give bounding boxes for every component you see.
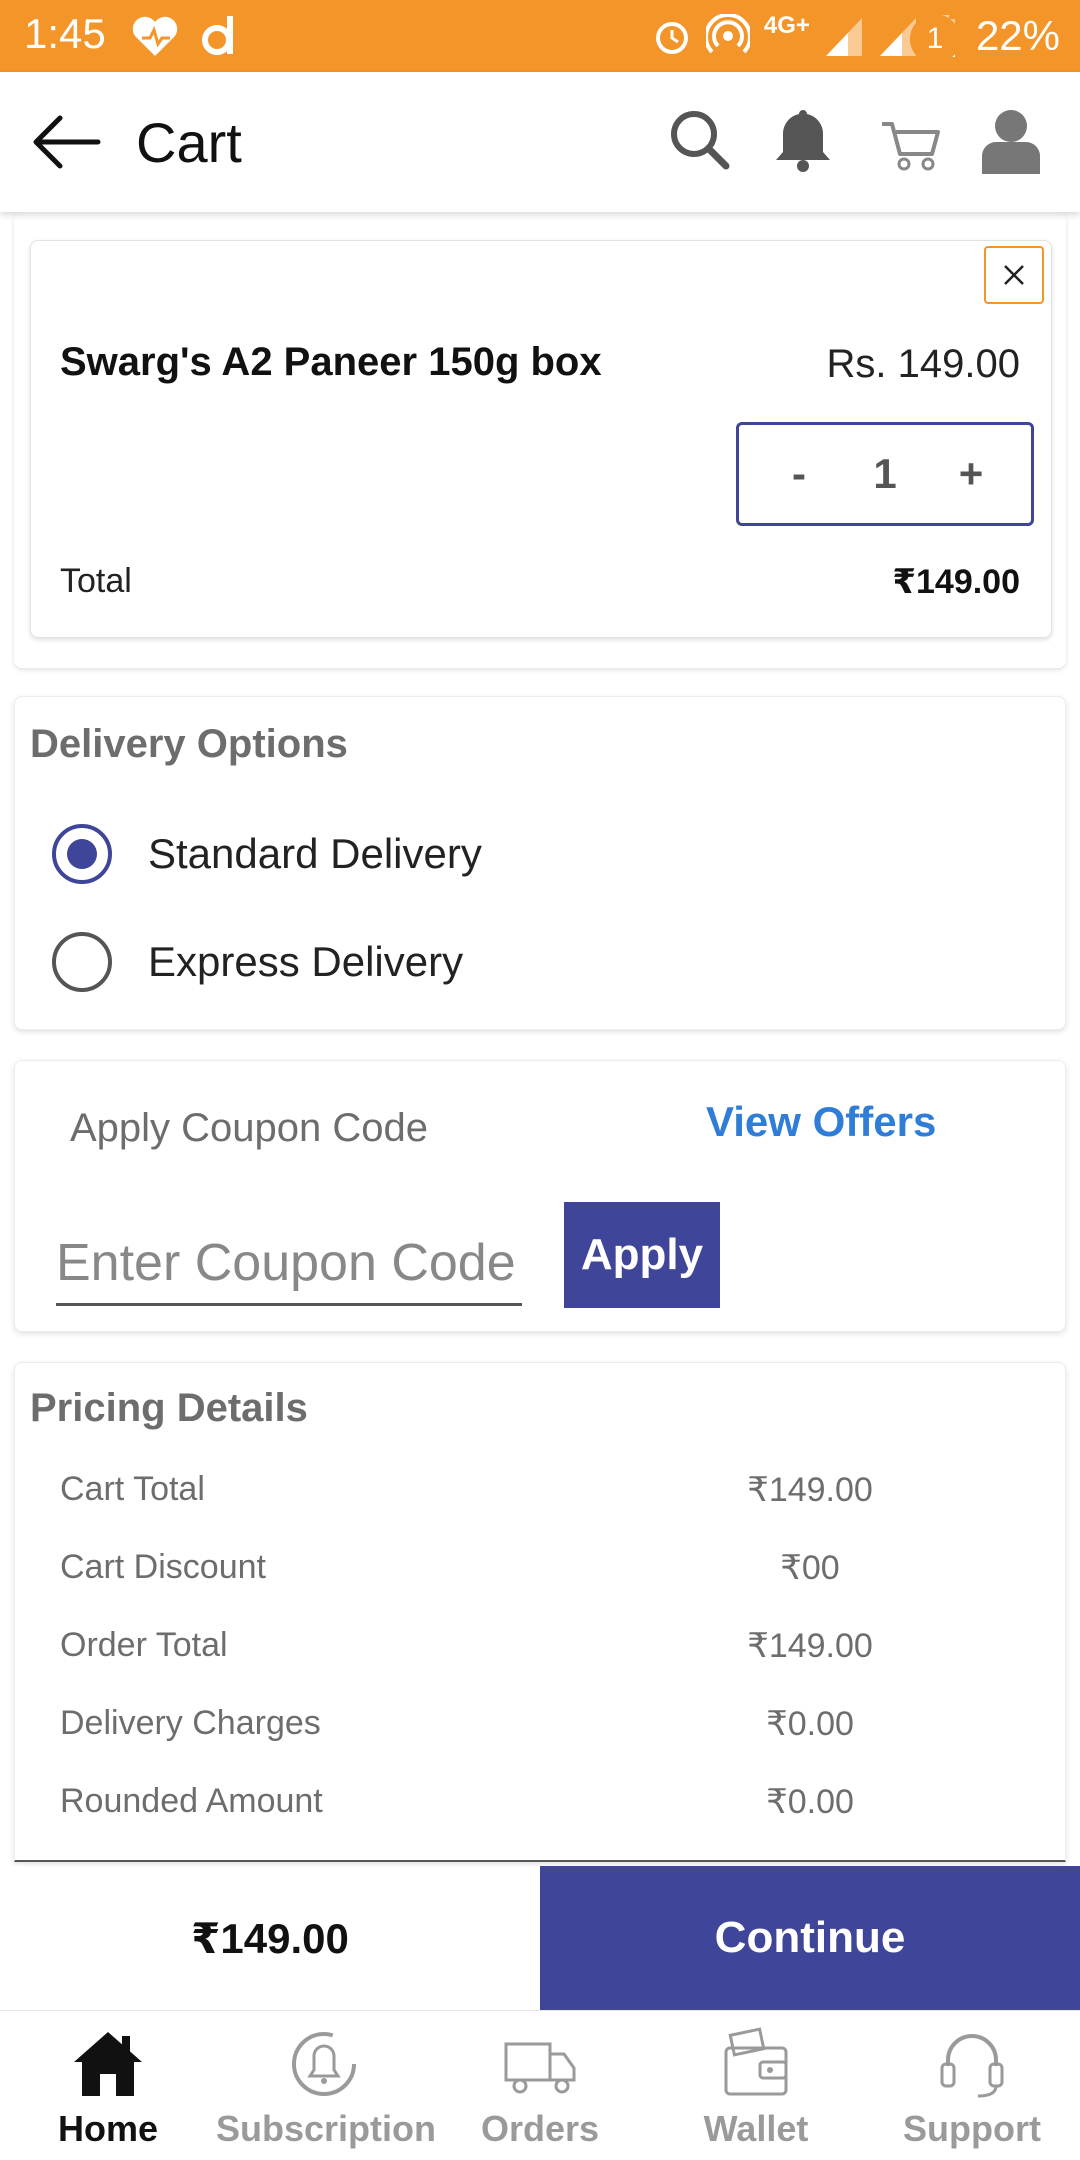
item-total-value: ₹149.00 [892, 563, 1020, 601]
coupon-title: Apply Coupon Code [70, 1106, 429, 1150]
hotspot-icon [705, 14, 750, 54]
nav-item-orders[interactable]: Orders [432, 2016, 648, 2160]
product-name: Swarg's A2 Paneer 150g box [60, 340, 602, 384]
cart-icon[interactable] [876, 104, 946, 174]
quantity-value: 1 [873, 450, 897, 497]
nav-label-support: Support [903, 2108, 1041, 2149]
headset-icon [940, 2034, 1004, 2098]
status-indicators: 4G+ 22% [652, 10, 1060, 62]
cart-count-badge: 1 [910, 14, 960, 64]
page-title: Cart [136, 111, 242, 174]
increase-quantity-button[interactable]: + [951, 450, 991, 498]
app-bar: Cart [0, 72, 1080, 212]
standard-delivery-radio[interactable] [52, 824, 112, 884]
checkout-total: ₹149.00 [191, 1914, 349, 1962]
delivery-charges-value: ₹0.00 [766, 1705, 854, 1743]
nav-item-wallet[interactable]: Wallet [648, 2016, 864, 2160]
apply-coupon-button[interactable]: Apply [564, 1202, 720, 1308]
cart-total-label: Cart Total [60, 1470, 205, 1508]
heart-icon [132, 16, 178, 56]
coupon-code-input[interactable] [56, 1222, 522, 1306]
home-icon [74, 2032, 142, 2096]
nav-label-home: Home [57, 2108, 159, 2149]
wallet-icon [724, 2027, 788, 2096]
order-total-label: Order Total [60, 1626, 228, 1664]
alarm-icon [655, 22, 688, 54]
rounded-amount-value: ₹0.00 [766, 1783, 854, 1821]
pricing-details-title: Pricing Details [30, 1386, 308, 1430]
nav-label-wallet: Wallet [703, 2108, 809, 2149]
product-price: Rs. 149.00 [826, 342, 1020, 386]
battery-percent: 22% [975, 12, 1060, 59]
signal-icon [825, 18, 862, 56]
delivery-charges-label: Delivery Charges [60, 1704, 321, 1742]
standard-delivery-label[interactable]: Standard Delivery [148, 830, 482, 878]
close-icon [1004, 265, 1024, 285]
nav-label-subscription: Subscription [216, 2108, 437, 2149]
cart-discount-value: ₹00 [780, 1549, 840, 1587]
item-total-label: Total [60, 562, 132, 600]
search-icon[interactable] [664, 104, 734, 174]
nav-label-orders: Orders [480, 2108, 600, 2149]
cart-total-value: ₹149.00 [747, 1471, 873, 1509]
user-avatar-icon[interactable] [976, 104, 1046, 174]
continue-button[interactable]: Continue [540, 1866, 1080, 2010]
back-arrow-icon[interactable] [30, 110, 102, 174]
view-offers-link[interactable]: View Offers [706, 1098, 936, 1146]
status-time: 1:45 [24, 10, 106, 57]
rounded-amount-label: Rounded Amount [60, 1782, 323, 1820]
express-delivery-label[interactable]: Express Delivery [148, 938, 463, 986]
express-delivery-radio[interactable] [52, 932, 112, 992]
network-type: 4G+ [763, 12, 810, 39]
quantity-stepper: - 1 + [736, 422, 1034, 526]
cart-discount-label: Cart Discount [60, 1548, 266, 1586]
subscription-bell-icon [292, 2032, 356, 2096]
truck-icon [504, 2042, 576, 2094]
app-notification-icon [202, 16, 233, 55]
nav-item-support[interactable]: Support [864, 2016, 1080, 2160]
remove-item-button[interactable] [984, 246, 1044, 304]
delivery-options-title: Delivery Options [30, 722, 348, 766]
nav-item-home[interactable]: Home [0, 2016, 216, 2160]
decrease-quantity-button[interactable]: - [779, 450, 819, 498]
order-total-value: ₹149.00 [747, 1627, 873, 1665]
bell-icon[interactable] [768, 104, 838, 174]
nav-item-subscription[interactable]: Subscription [216, 2016, 437, 2160]
